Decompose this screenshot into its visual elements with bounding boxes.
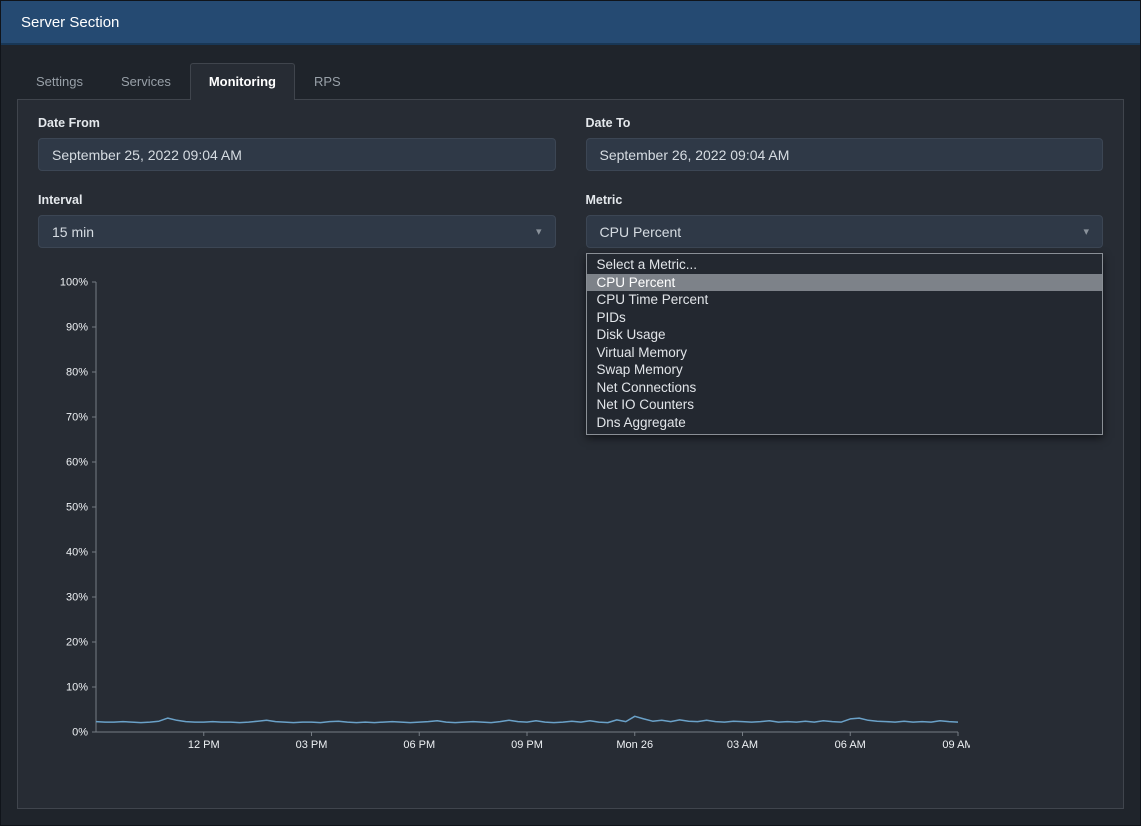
tab-rps[interactable]: RPS: [295, 63, 360, 100]
svg-text:0%: 0%: [72, 727, 88, 739]
svg-text:06 AM: 06 AM: [835, 739, 866, 751]
svg-text:80%: 80%: [66, 367, 88, 379]
metric-dropdown-list: Select a Metric...CPU PercentCPU Time Pe…: [586, 253, 1104, 435]
dropdown-option[interactable]: Dns Aggregate: [587, 414, 1103, 432]
interval-field: Interval 15 min ▾: [38, 193, 556, 248]
date-from-input[interactable]: [38, 138, 556, 171]
svg-text:03 PM: 03 PM: [296, 739, 328, 751]
dropdown-option[interactable]: Net Connections: [587, 379, 1103, 397]
svg-text:03 AM: 03 AM: [727, 739, 758, 751]
tab-services[interactable]: Services: [102, 63, 190, 100]
svg-text:20%: 20%: [66, 637, 88, 649]
svg-text:70%: 70%: [66, 412, 88, 424]
date-to-label: Date To: [586, 116, 1104, 130]
interval-label: Interval: [38, 193, 556, 207]
svg-text:50%: 50%: [66, 502, 88, 514]
tab-bar: SettingsServicesMonitoringRPS: [17, 63, 1124, 100]
dropdown-option[interactable]: Virtual Memory: [587, 344, 1103, 362]
metric-select-value: CPU Percent: [600, 224, 682, 240]
svg-text:10%: 10%: [66, 682, 88, 694]
tab-settings[interactable]: Settings: [17, 63, 102, 100]
date-from-label: Date From: [38, 116, 556, 130]
chevron-down-icon: ▾: [536, 225, 542, 238]
svg-text:12 PM: 12 PM: [188, 739, 220, 751]
titlebar: Server Section: [1, 1, 1140, 45]
dropdown-option[interactable]: Select a Metric...: [587, 256, 1103, 274]
filters-form: Date From Date To Interval 15 min ▾ Metr…: [38, 116, 1103, 248]
date-to-field: Date To: [586, 116, 1104, 171]
tab-monitoring[interactable]: Monitoring: [190, 63, 295, 100]
monitoring-panel: Date From Date To Interval 15 min ▾ Metr…: [17, 99, 1124, 809]
svg-text:Mon 26: Mon 26: [616, 739, 653, 751]
dropdown-option[interactable]: Disk Usage: [587, 326, 1103, 344]
dropdown-option[interactable]: CPU Time Percent: [587, 291, 1103, 309]
svg-text:09 AM: 09 AM: [942, 739, 970, 751]
page-title: Server Section: [21, 14, 119, 31]
interval-select-value: 15 min: [52, 224, 94, 240]
interval-select[interactable]: 15 min ▾: [38, 215, 556, 248]
dropdown-option[interactable]: Swap Memory: [587, 361, 1103, 379]
app-window: Server Section SettingsServicesMonitorin…: [1, 1, 1140, 809]
svg-text:09 PM: 09 PM: [511, 739, 543, 751]
date-to-input[interactable]: [586, 138, 1104, 171]
svg-text:06 PM: 06 PM: [403, 739, 435, 751]
svg-text:30%: 30%: [66, 592, 88, 604]
date-from-field: Date From: [38, 116, 556, 171]
dropdown-option[interactable]: CPU Percent: [587, 274, 1103, 292]
dropdown-option[interactable]: PIDs: [587, 309, 1103, 327]
svg-text:40%: 40%: [66, 547, 88, 559]
svg-text:100%: 100%: [60, 277, 88, 289]
chevron-down-icon: ▾: [1083, 225, 1089, 238]
dropdown-option[interactable]: Net IO Counters: [587, 396, 1103, 414]
metric-label: Metric: [586, 193, 1104, 207]
svg-text:60%: 60%: [66, 457, 88, 469]
metric-select[interactable]: CPU Percent ▾: [586, 215, 1104, 248]
svg-text:90%: 90%: [66, 322, 88, 334]
metric-field: Metric CPU Percent ▾ Select a Metric...C…: [586, 193, 1104, 248]
